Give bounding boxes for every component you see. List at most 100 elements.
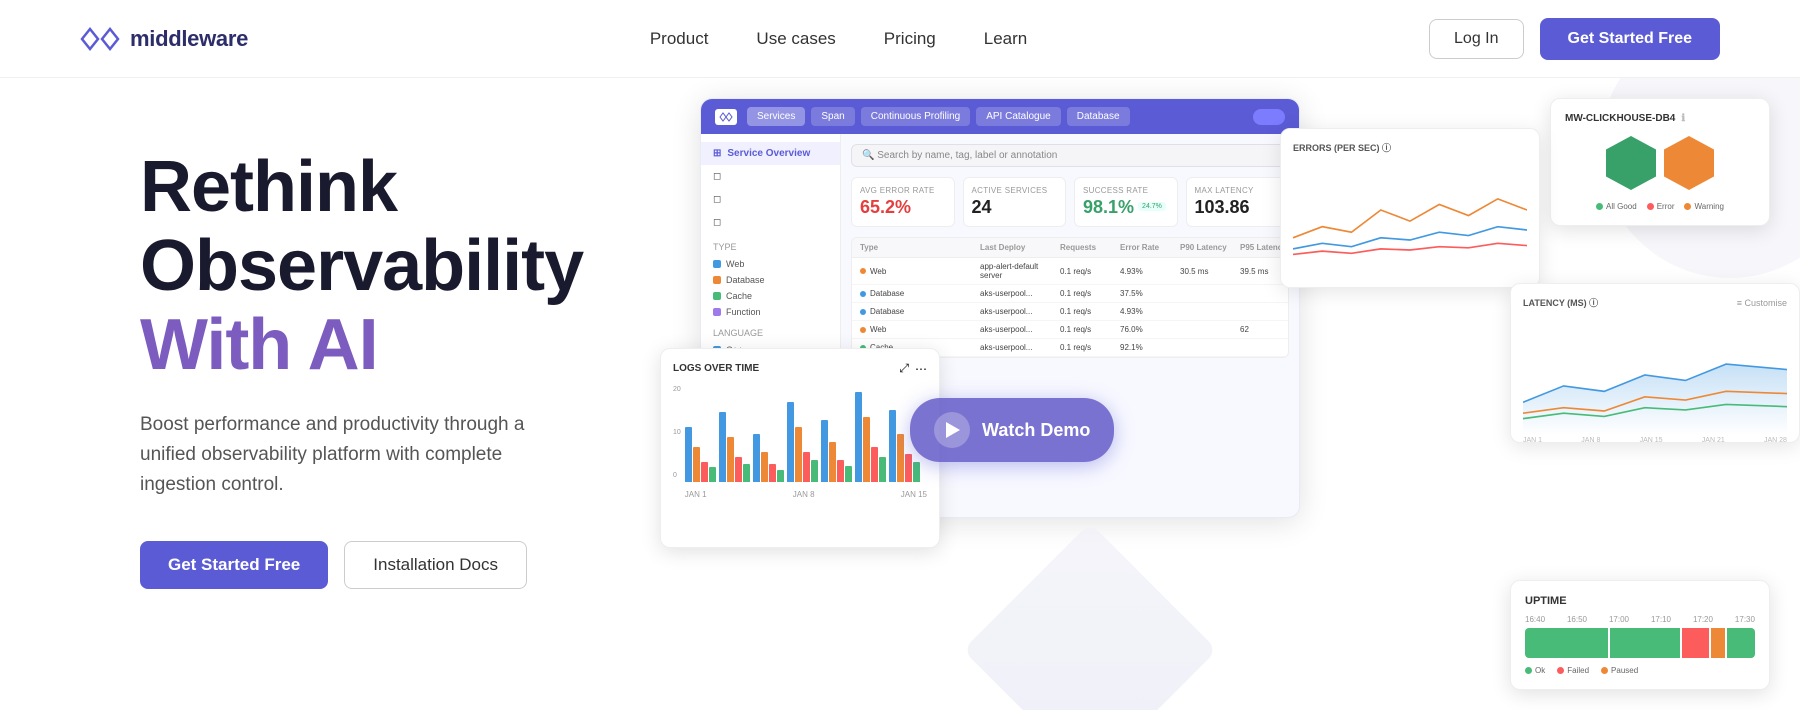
type-database[interactable]: Database [701, 272, 840, 288]
latency-title: LATENCY (MS) ⓘ [1523, 296, 1598, 309]
bar [821, 420, 828, 482]
nav-use-cases[interactable]: Use cases [756, 29, 835, 49]
sidebar-item-overview[interactable]: ⊞ Service Overview [701, 142, 840, 165]
dash-search[interactable]: 🔍 Search by name, tag, label or annotati… [851, 144, 1289, 167]
uptime-dot-pause [1601, 667, 1608, 674]
dash-metrics: AVG ERROR RATE 65.2% ACTIVE SERVICES 24 … [851, 177, 1289, 227]
td-type-2: Database [860, 289, 980, 298]
hero-cta-primary[interactable]: Get Started Free [140, 541, 328, 589]
uptime-dot-fail [1557, 667, 1564, 674]
bar [761, 452, 768, 482]
logs-chart [685, 386, 927, 486]
uptime-t6: 17:30 [1735, 615, 1755, 624]
table-row: Database aks-userpool... 0.1 req/s 4.93% [852, 303, 1288, 321]
get-started-button[interactable]: Get Started Free [1540, 18, 1720, 60]
bar [685, 427, 692, 482]
table-row: Web app-alert-default server 0.1 req/s 4… [852, 258, 1288, 285]
nav-product[interactable]: Product [650, 29, 709, 49]
table-row: Database aks-userpool... 0.1 req/s 37.5% [852, 285, 1288, 303]
uptime-legend-ok: Ok [1525, 666, 1545, 675]
bar [863, 417, 870, 482]
db-title: MW-CLICKHOUSE-DB4 ℹ [1565, 113, 1755, 124]
bar [743, 464, 750, 482]
bar [777, 470, 784, 482]
hero-subtitle: Boost performance and productivity throu… [140, 410, 560, 501]
dash-logo [715, 109, 737, 125]
metric-success-rate: SUCCESS RATE 98.1% 24.7% [1074, 177, 1178, 227]
sidebar-item-3[interactable]: ◻ [701, 188, 840, 211]
dash-tab-services[interactable]: Services [747, 107, 805, 126]
th-p90: P90 Latency [1180, 243, 1240, 252]
log-label-jan8: JAN 8 [793, 490, 815, 499]
metric-success-badge: 24.7% [1138, 202, 1166, 211]
th-error: Error Rate [1120, 243, 1180, 252]
dash-tab-span[interactable]: Span [811, 107, 854, 126]
sidebar-item-2[interactable]: ◻ [701, 165, 840, 188]
dash-tab-api[interactable]: API Catalogue [976, 107, 1061, 126]
uptime-t4: 17:10 [1651, 615, 1671, 624]
hero-title-ai: With AI [140, 305, 378, 385]
td-deploy-5: aks-userpool... [980, 343, 1060, 352]
hex-orange [1664, 136, 1714, 190]
uptime-t2: 16:50 [1567, 615, 1587, 624]
nav-pricing[interactable]: Pricing [884, 29, 936, 49]
bar [803, 452, 810, 482]
bar [879, 457, 886, 482]
uptime-title: UPTIME [1525, 595, 1755, 607]
td-deploy-4: aks-userpool... [980, 325, 1060, 334]
type-web-dot [713, 260, 721, 268]
hero-cta-secondary[interactable]: Installation Docs [344, 541, 527, 589]
type-fn-dot [713, 308, 721, 316]
log-label-jan15: JAN 15 [901, 490, 927, 499]
hero-left: Rethink Observability With AI Boost perf… [0, 78, 660, 710]
sidebar-icon-2: ◻ [713, 171, 721, 182]
errors-title: ERRORS (PER SEC) ⓘ [1293, 141, 1527, 154]
watch-demo-button[interactable]: Watch Demo [910, 398, 1114, 462]
play-icon [946, 422, 960, 438]
th-name: Type [860, 243, 980, 252]
metric-svc-value: 24 [972, 197, 1058, 218]
type-cache[interactable]: Cache [701, 288, 840, 304]
metric-lat-label: MAX LATENCY [1195, 186, 1281, 195]
watch-demo-label: Watch Demo [982, 420, 1090, 441]
login-button[interactable]: Log In [1429, 19, 1523, 59]
errors-panel: ERRORS (PER SEC) ⓘ [1280, 128, 1540, 288]
latency-customize[interactable]: ≡ Customise [1737, 298, 1787, 308]
logs-menu-icon[interactable]: ⋯ [915, 362, 927, 376]
hero-right: Services Span Continuous Profiling API C… [660, 78, 1800, 710]
td-req-1: 0.1 req/s [1060, 267, 1120, 276]
bar [889, 410, 896, 482]
sidebar-item-4[interactable]: ◻ [701, 211, 840, 234]
metric-error-rate: AVG ERROR RATE 65.2% [851, 177, 955, 227]
metric-err-label: AVG ERROR RATE [860, 186, 946, 195]
td-type-3: Database [860, 307, 980, 316]
metric-lat-value: 103.86 [1195, 197, 1281, 218]
hero-title: Rethink Observability With AI [140, 148, 660, 386]
td-req-2: 0.1 req/s [1060, 289, 1120, 298]
legend-dot-red [1647, 203, 1654, 210]
uptime-ok-seg [1525, 628, 1608, 658]
th-requests: Requests [1060, 243, 1120, 252]
nav-learn[interactable]: Learn [984, 29, 1027, 49]
nav-actions: Log In Get Started Free [1429, 18, 1720, 60]
uptime-bar [1525, 628, 1755, 658]
dash-toggle[interactable] [1253, 109, 1285, 125]
logs-expand-icon[interactable]: ⤢ [899, 361, 909, 376]
dash-tab-db[interactable]: Database [1067, 107, 1130, 126]
uptime-legend: Ok Failed Paused [1525, 666, 1755, 675]
db-panel: MW-CLICKHOUSE-DB4 ℹ All Good Error War [1550, 98, 1770, 226]
bar [855, 392, 862, 482]
dash-tab-profiling[interactable]: Continuous Profiling [861, 107, 971, 126]
logo[interactable]: middleware [80, 25, 248, 53]
td-err-2: 37.5% [1120, 289, 1180, 298]
play-button[interactable] [934, 412, 970, 448]
metric-success-value: 98.1% [1083, 197, 1134, 218]
metric-svc-label: ACTIVE SERVICES [972, 186, 1058, 195]
db-icons [1565, 136, 1755, 190]
td-type-1: Web [860, 267, 980, 276]
uptime-dot-ok [1525, 667, 1532, 674]
latency-panel: LATENCY (MS) ⓘ ≡ Customise [1510, 283, 1800, 443]
type-function[interactable]: Function [701, 304, 840, 320]
table-header: Type Last Deploy Requests Error Rate P90… [852, 238, 1288, 258]
type-web[interactable]: Web [701, 256, 840, 272]
